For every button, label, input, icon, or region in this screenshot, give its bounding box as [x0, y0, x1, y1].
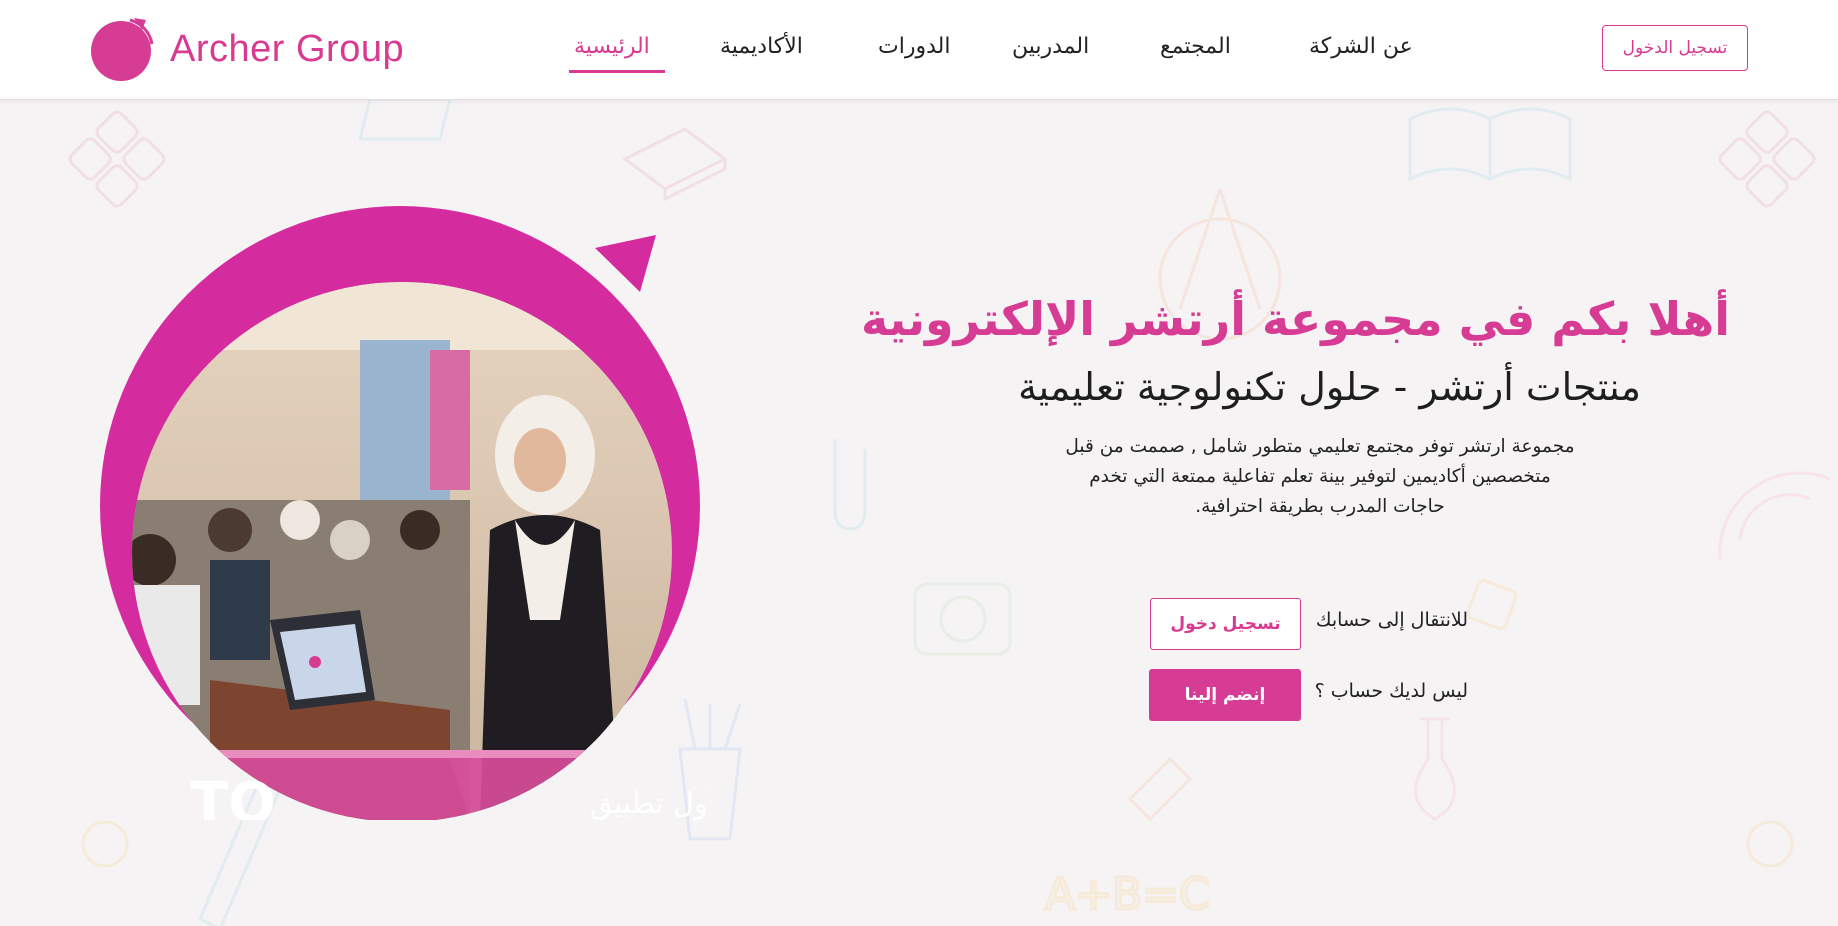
brand-name: Archer Group: [170, 27, 405, 70]
formula-doodle-icon: A+B=C: [1044, 868, 1212, 922]
hero-title: أهلا بكم في مجموعة أرتشر الإلكترونية: [861, 292, 1730, 346]
brand-logo[interactable]: Archer Group: [90, 16, 404, 82]
hero-description: مجموعة ارتشر توفر مجتمع تعليمي متطور شام…: [1020, 432, 1620, 522]
hero-description-line: مجموعة ارتشر توفر مجتمع تعليمي متطور شام…: [1065, 436, 1575, 457]
nav-item-courses[interactable]: الدورات: [878, 34, 950, 59]
coin-doodle-icon: [81, 820, 129, 868]
top-navbar: Archer Group الرئيسية الأكاديمية الدورات…: [0, 0, 1838, 100]
join-prompt: ليس لديك حساب ؟: [1314, 680, 1468, 702]
photo-banner-logo: TO: [190, 771, 276, 820]
hero-subtitle: منتجات أرتشر - حلول تكنولوجية تعليمية: [1018, 365, 1641, 409]
nav-item-home[interactable]: الرئيسية: [574, 34, 650, 59]
pen-nib-doodle-icon: [1127, 756, 1193, 822]
hero-photo: TO الإيفنت الخاص بأول تطبيق: [90, 200, 907, 836]
calculator-doodle-icon: [68, 110, 166, 208]
login-button[interactable]: تسجيل دخول: [1150, 598, 1301, 650]
calculator-doodle-right-icon: [1718, 110, 1816, 208]
hero-description-line: متخصصين أكاديمين لتوفير بينة تعلم تفاعلي…: [1089, 466, 1551, 487]
protractor-doodle-icon: [1718, 471, 1831, 560]
camera-doodle-icon: [913, 582, 1012, 656]
photo-banner-text: الإيفنت الخاص بأول تطبيق: [590, 782, 710, 820]
hero-description-line: حاجات المدرب بطريقة احترافية.: [1195, 496, 1445, 517]
book-doodle-icon: [1408, 107, 1572, 182]
archer-logo-icon: [90, 16, 156, 82]
nav-item-about[interactable]: عن الشركة: [1309, 34, 1413, 59]
nav-item-academy[interactable]: الأكاديمية: [720, 34, 803, 59]
nav-item-community[interactable]: المجتمع: [1160, 34, 1231, 59]
paperclip-doodle-icon: [833, 439, 867, 531]
active-nav-indicator: [569, 70, 665, 73]
header-login-button[interactable]: تسجيل الدخول: [1602, 25, 1748, 71]
notebook-doodle-icon: [358, 99, 452, 141]
flask-doodle-icon: [1414, 717, 1456, 821]
login-prompt: للانتقال إلى حسابك: [1315, 609, 1468, 631]
nav-item-trainers[interactable]: المدربين: [1012, 34, 1089, 59]
coin-doodle-right-icon: [1746, 820, 1794, 868]
join-button[interactable]: إنضم إلينا: [1149, 669, 1301, 721]
svg-text:A+B=C: A+B=C: [1045, 869, 1210, 920]
laptop-doodle-icon: [622, 127, 728, 202]
dice-doodle-icon: [1466, 579, 1518, 631]
